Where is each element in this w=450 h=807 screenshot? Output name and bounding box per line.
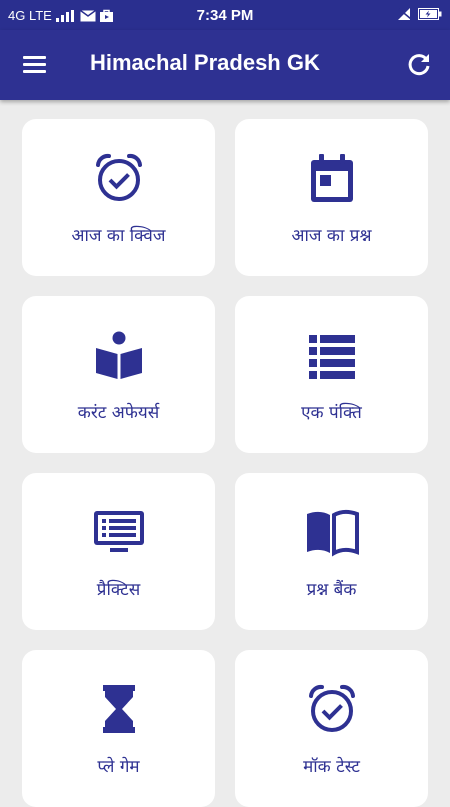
card-todays-quiz[interactable]: आज का क्विज: [22, 119, 215, 276]
card-practice[interactable]: प्रैक्टिस: [22, 473, 215, 630]
card-label: मॉक टेस्ट: [303, 757, 360, 777]
card-label: करंट अफेयर्स: [77, 403, 160, 423]
card-play-game[interactable]: प्ले गेम: [22, 650, 215, 807]
status-bar: 4G LTE 7:34 PM: [0, 0, 450, 30]
menu-grid: आज का क्विज आज का प्रश्न करंट अफेयर्स एक…: [22, 119, 428, 807]
card-current-affairs[interactable]: करंट अफेयर्स: [22, 296, 215, 453]
hamburger-menu-icon: [23, 56, 46, 59]
reading-book-icon: [92, 328, 146, 382]
app-bar: Himachal Pradesh GK: [0, 30, 450, 100]
refresh-icon: [408, 54, 430, 76]
card-label: आज का प्रश्न: [291, 226, 372, 246]
hamburger-menu-icon-bar: [23, 63, 46, 66]
alarm-check-icon: [92, 151, 146, 205]
card-todays-question[interactable]: आज का प्रश्न: [235, 119, 428, 276]
card-label: प्रश्न बैंक: [306, 580, 357, 600]
battery-charging-icon: [418, 8, 442, 20]
card-one-liner[interactable]: एक पंक्ति: [235, 296, 428, 453]
calendar-icon: [305, 151, 359, 205]
status-time: 7:34 PM: [196, 7, 254, 24]
list-icon: [305, 328, 359, 382]
card-label: प्ले गेम: [97, 757, 140, 777]
alarm-check-icon: [305, 682, 359, 736]
app-title: Himachal Pradesh GK: [90, 50, 320, 75]
signal-off-icon: [398, 8, 412, 20]
hamburger-menu-icon-bar: [23, 70, 46, 73]
card-mock-test[interactable]: मॉक टेस्ट: [235, 650, 428, 807]
refresh-button[interactable]: [404, 50, 434, 80]
menu-button[interactable]: [20, 51, 50, 79]
status-right: [398, 8, 442, 20]
open-book-icon: [305, 505, 359, 559]
card-question-bank[interactable]: प्रश्न बैंक: [235, 473, 428, 630]
card-label: प्रैक्टिस: [96, 580, 141, 600]
card-label: एक पंक्ति: [301, 403, 362, 423]
hourglass-icon: [92, 682, 146, 736]
card-label: आज का क्विज: [71, 226, 166, 246]
monitor-list-icon: [92, 505, 146, 559]
